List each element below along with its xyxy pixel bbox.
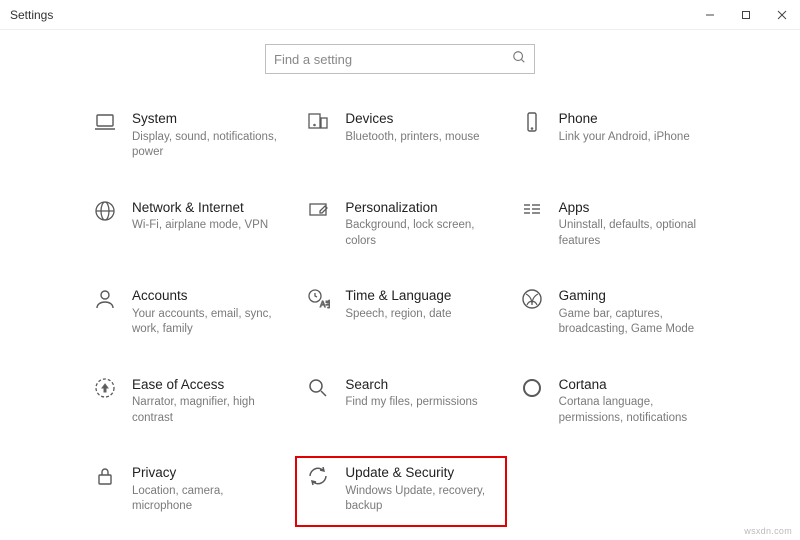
watermark: wsxdn.com <box>744 526 792 536</box>
globe-icon <box>90 199 120 229</box>
category-text: Network & InternetWi-Fi, airplane mode, … <box>132 199 283 234</box>
maximize-button[interactable] <box>728 0 764 30</box>
category-text: Time & Language Speech, region, date <box>345 287 496 322</box>
category-time[interactable]: Time & Language Speech, region, date <box>303 287 496 338</box>
category-desc: Bluetooth, printers, mouse <box>345 130 495 146</box>
category-title: Gaming <box>559 287 710 305</box>
category-desc: Display, sound, notifications, power <box>132 130 282 161</box>
apps-icon <box>517 199 547 229</box>
update-icon <box>303 464 333 494</box>
category-desc: Uninstall, defaults, optional features <box>559 218 709 249</box>
category-desc: Your accounts, email, sync, work, family <box>132 307 282 338</box>
category-text: Phone Link your Android, iPhone <box>559 110 710 145</box>
search-input[interactable] <box>274 52 474 67</box>
window-controls <box>692 0 800 30</box>
category-search[interactable]: SearchFind my files, permissions <box>303 376 496 427</box>
category-title: Time & Language <box>345 287 496 305</box>
category-title: System <box>132 110 283 128</box>
category-desc: Link your Android, iPhone <box>559 130 709 146</box>
category-text: Privacy Location, camera, microphone <box>132 464 283 515</box>
pen-icon <box>303 199 333 229</box>
category-network[interactable]: Network & InternetWi-Fi, airplane mode, … <box>90 199 283 250</box>
category-desc: Speech, region, date <box>345 307 495 323</box>
category-desc: Narrator, magnifier, high contrast <box>132 395 282 426</box>
category-accounts[interactable]: Accounts Your accounts, email, sync, work… <box>90 287 283 338</box>
category-title: Accounts <box>132 287 283 305</box>
category-text: Ease of AccessNarrator, magnifier, high … <box>132 376 283 427</box>
category-desc: Find my files, permissions <box>345 395 495 411</box>
category-title: Personalization <box>345 199 496 217</box>
titlebar: Settings <box>0 0 800 30</box>
category-text: Accounts Your accounts, email, sync, work… <box>132 287 283 338</box>
time-lang-icon <box>303 287 333 317</box>
category-desc: Location, camera, microphone <box>132 484 282 515</box>
cortana-icon <box>517 376 547 406</box>
category-title: Cortana <box>559 376 710 394</box>
category-text: Devices Bluetooth, printers, mouse <box>345 110 496 145</box>
category-title: Ease of Access <box>132 376 283 394</box>
category-text: PersonalizationBackground, lock screen, … <box>345 199 496 250</box>
magnify-icon <box>303 376 333 406</box>
search-box[interactable] <box>265 44 535 74</box>
category-title: Devices <box>345 110 496 128</box>
lock-icon <box>90 464 120 494</box>
category-cortana[interactable]: CortanaCortana language, permissions, no… <box>517 376 710 427</box>
person-icon <box>90 287 120 317</box>
window-title: Settings <box>10 8 53 22</box>
devices-icon <box>303 110 333 140</box>
phone-icon <box>517 110 547 140</box>
settings-grid: System Display, sound, notifications, pow… <box>90 110 710 515</box>
category-title: Network & Internet <box>132 199 283 217</box>
category-desc: Windows Update, recovery, backup <box>345 484 495 515</box>
category-text: AppsUninstall, defaults, optional featur… <box>559 199 710 250</box>
category-text: SearchFind my files, permissions <box>345 376 496 411</box>
category-title: Update & Security <box>345 464 496 482</box>
category-system[interactable]: System Display, sound, notifications, pow… <box>90 110 283 161</box>
category-text: Update & Security Windows Update, recover… <box>345 464 496 515</box>
category-apps[interactable]: AppsUninstall, defaults, optional featur… <box>517 199 710 250</box>
close-button[interactable] <box>764 0 800 30</box>
category-title: Search <box>345 376 496 394</box>
minimize-button[interactable] <box>692 0 728 30</box>
category-text: System Display, sound, notifications, pow… <box>132 110 283 161</box>
xbox-icon <box>517 287 547 317</box>
category-desc: Cortana language, permissions, notificat… <box>559 395 709 426</box>
ease-icon <box>90 376 120 406</box>
category-devices[interactable]: Devices Bluetooth, printers, mouse <box>303 110 496 161</box>
category-title: Phone <box>559 110 710 128</box>
search-icon <box>512 50 526 69</box>
category-text: CortanaCortana language, permissions, no… <box>559 376 710 427</box>
category-update[interactable]: Update & Security Windows Update, recover… <box>295 456 506 527</box>
laptop-icon <box>90 110 120 140</box>
category-desc: Game bar, captures, broadcasting, Game M… <box>559 307 709 338</box>
settings-content[interactable]: System Display, sound, notifications, pow… <box>0 110 800 540</box>
category-desc: Wi-Fi, airplane mode, VPN <box>132 218 282 234</box>
category-ease[interactable]: Ease of AccessNarrator, magnifier, high … <box>90 376 283 427</box>
category-title: Apps <box>559 199 710 217</box>
search-container <box>0 44 800 74</box>
category-title: Privacy <box>132 464 283 482</box>
category-desc: Background, lock screen, colors <box>345 218 495 249</box>
category-phone[interactable]: Phone Link your Android, iPhone <box>517 110 710 161</box>
category-privacy[interactable]: Privacy Location, camera, microphone <box>90 464 283 515</box>
category-gaming[interactable]: Gaming Game bar, captures, broadcasting, … <box>517 287 710 338</box>
category-personalization[interactable]: PersonalizationBackground, lock screen, … <box>303 199 496 250</box>
category-text: Gaming Game bar, captures, broadcasting, … <box>559 287 710 338</box>
